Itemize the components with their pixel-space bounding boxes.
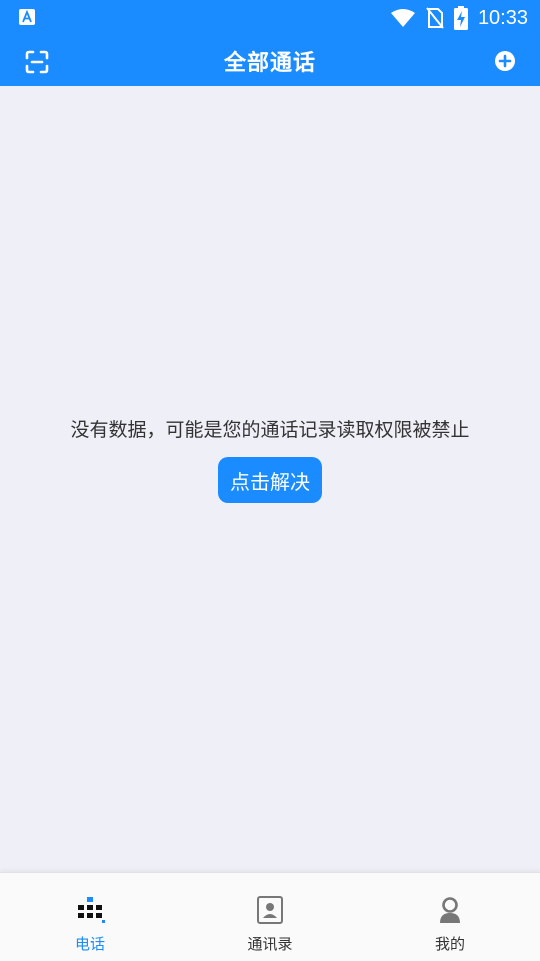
nav-item-contacts[interactable]: 通讯录 (180, 873, 360, 961)
nav-label-phone: 电话 (74, 935, 105, 953)
wifi-icon (390, 9, 415, 27)
page-title: 全部通话 (223, 51, 316, 76)
contacts-icon (257, 896, 283, 924)
add-icon[interactable] (494, 50, 516, 72)
nav-label-profile: 我的 (434, 935, 465, 953)
empty-state-message: 没有数据，可能是您的通话记录读取权限被禁止 (70, 419, 470, 441)
dialpad-icon (78, 897, 105, 923)
fix-permission-button[interactable]: 点击解决 (218, 457, 322, 503)
nav-item-profile[interactable]: 我的 (360, 873, 540, 961)
status-bar: 10:33 (0, 0, 540, 36)
no-sim-icon (426, 7, 444, 29)
profile-icon (440, 897, 460, 923)
nav-label-contacts: 通讯录 (247, 935, 293, 953)
status-icons: 10:33 (390, 0, 528, 36)
nav-item-phone[interactable]: 电话 (0, 873, 180, 961)
notification-app-icon (19, 9, 35, 25)
bottom-nav: 电话 通讯录 我的 (0, 872, 540, 961)
status-time: 10:33 (477, 6, 528, 29)
app-bar: 全部通话 (0, 36, 540, 86)
battery-charging-icon (453, 6, 468, 30)
